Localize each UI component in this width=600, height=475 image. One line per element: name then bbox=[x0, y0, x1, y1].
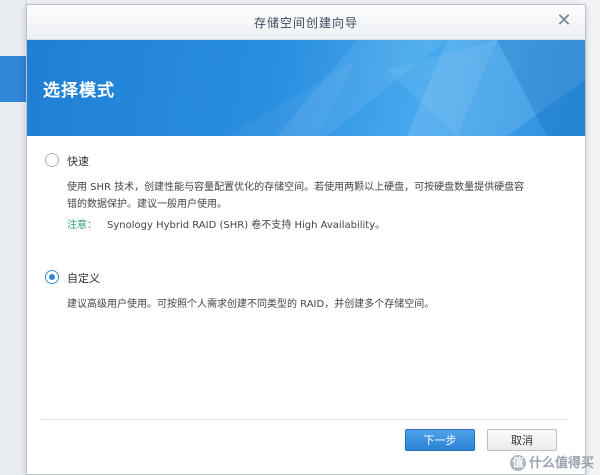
watermark: 值什么值得买 bbox=[509, 452, 594, 471]
background-selected-band bbox=[0, 56, 26, 102]
radio-quick[interactable] bbox=[45, 153, 59, 167]
option-quick-desc-line1: 使用 SHR 技术，创建性能与容量配置优化的存储空间。若使用两颗以上硬盘，可按硬… bbox=[67, 182, 525, 193]
option-quick-label[interactable]: 快速 bbox=[67, 153, 89, 169]
option-quick-description: 使用 SHR 技术，创建性能与容量配置优化的存储空间。若使用两颗以上硬盘，可按硬… bbox=[67, 179, 572, 213]
close-icon[interactable]: ✕ bbox=[555, 12, 573, 30]
option-custom-description: 建议高级用户使用。可按照个人需求创建不同类型的 RAID，并创建多个存储空间。 bbox=[67, 299, 435, 310]
next-button[interactable]: 下一步 bbox=[405, 429, 475, 451]
option-quick-note: 注意： Synology Hybrid RAID (SHR) 卷不支持 High … bbox=[67, 216, 385, 231]
note-label: 注意： bbox=[67, 220, 97, 231]
storage-wizard-dialog: 存储空间创建向导 ✕ 选择模式 快速 使用 SHR 技术，创建性能与容量配置优化… bbox=[26, 4, 586, 475]
wizard-banner: 选择模式 bbox=[27, 40, 585, 136]
radio-custom[interactable] bbox=[45, 270, 59, 284]
note-text: Synology Hybrid RAID (SHR) 卷不支持 High Ava… bbox=[107, 220, 386, 231]
background-app-sidebar bbox=[0, 0, 27, 475]
dialog-titlebar: 存储空间创建向导 ✕ bbox=[27, 5, 585, 40]
footer-divider bbox=[41, 419, 569, 420]
dialog-title: 存储空间创建向导 bbox=[253, 16, 358, 30]
watermark-logo-icon: 值 bbox=[509, 455, 526, 471]
watermark-text: 什么值得买 bbox=[528, 455, 594, 471]
option-quick-desc-line2: 错的数据保护。建议一般用户使用。 bbox=[67, 199, 227, 210]
option-custom-label[interactable]: 自定义 bbox=[67, 270, 100, 286]
step-title: 选择模式 bbox=[43, 81, 115, 101]
cancel-button[interactable]: 取消 bbox=[487, 429, 557, 451]
